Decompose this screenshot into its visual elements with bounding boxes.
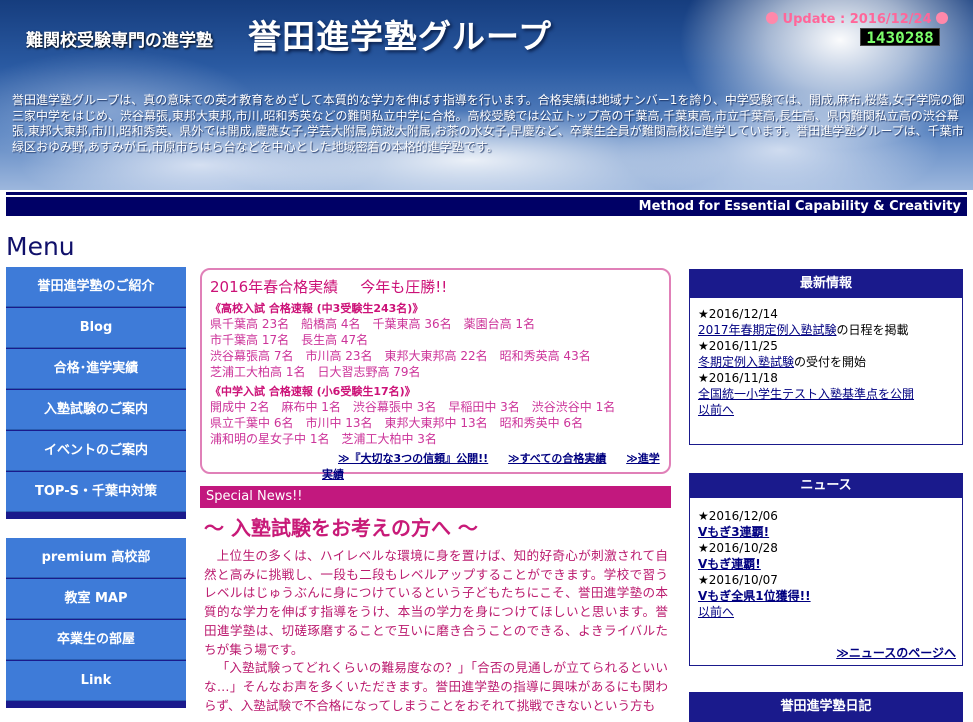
- update-text: Update : 2016/12/24: [782, 12, 932, 27]
- list-item: 開成中 2名 麻布中 1名 渋谷幕張中 3名 早稲田中 3名 渋谷渋谷中 1名: [210, 400, 616, 414]
- menu-heading: Menu: [6, 232, 75, 261]
- sidebar-item-results[interactable]: 合格･進学実績: [6, 349, 186, 389]
- item-link[interactable]: 冬期定例入塾試験: [698, 355, 794, 369]
- item-date: 2016/12/14: [708, 307, 778, 321]
- list-item: 浦和明の星女子中 1名 芝浦工大柏中 3名: [210, 432, 437, 446]
- latest-info-panel: 最新情報 ★2016/12/14 2017年春期定例入塾試験の日程を掲載 ★20…: [689, 269, 963, 445]
- item-date: 2016/10/07: [708, 573, 778, 587]
- results-title-tail: 今年も圧勝!!: [360, 278, 448, 296]
- list-item: ★2016/11/25: [698, 339, 778, 353]
- junior-high-subtitle: 《中学入試 合格速報 (小6受験生17名)》: [210, 385, 416, 398]
- slogan-banner: Method for Essential Capability & Creati…: [6, 197, 967, 216]
- special-news-title: ～ 入塾試験をお考えの方へ ～: [204, 516, 478, 540]
- list-item: ★2016/11/18: [698, 371, 778, 385]
- item-date: 2016/11/25: [708, 339, 778, 353]
- sidebar-item-premium[interactable]: premium 高校部: [6, 538, 186, 578]
- list-item: 芝浦工大柏高 1名 日大習志野高 79名: [210, 365, 421, 379]
- item-tail: の受付を開始: [794, 355, 867, 369]
- list-item: 2017年春期定例入塾試験の日程を掲載: [698, 322, 954, 338]
- sidebar-item-alumni[interactable]: 卒業生の部屋: [6, 620, 186, 660]
- list-item: 冬期定例入塾試験の受付を開始: [698, 354, 954, 370]
- item-link[interactable]: Vもぎ連覇!: [698, 557, 761, 571]
- item-date: 2016/12/06: [708, 509, 778, 523]
- special-news-bar: Special News!!: [200, 486, 671, 508]
- results-title: 2016年春合格実績 今年も圧勝!!: [210, 276, 661, 297]
- banner-divider: [6, 192, 967, 195]
- results-box: 2016年春合格実績 今年も圧勝!! 《高校入試 合格速報 (中3受験生243名)…: [200, 268, 671, 481]
- update-date: Update : 2016/12/24: [766, 12, 949, 27]
- news-more-link[interactable]: 以前へ: [698, 604, 954, 620]
- sidebar-item-blog[interactable]: Blog: [6, 308, 186, 348]
- list-item: 渋谷幕張高 7名 市川高 23名 東邦大東邦高 22名 昭和秀英高 43名: [210, 349, 591, 363]
- latest-more-link[interactable]: 以前へ: [698, 402, 954, 418]
- circle-icon: [936, 12, 949, 24]
- site-title[interactable]: 誉田進学塾グループ: [248, 10, 552, 58]
- item-date: 2016/11/18: [708, 371, 778, 385]
- sidebar-menu-main: 誉田進学塾のご紹介 Blog 合格･進学実績 入塾試験のご案内 イベントのご案内…: [6, 267, 186, 519]
- circle-icon: [766, 12, 778, 24]
- diary-heading: 誉田進学塾日記: [690, 693, 962, 721]
- item-link[interactable]: 全国統一小学生テスト入塾基準点を公開: [698, 387, 914, 401]
- header-banner: 難関校受験専門の進学塾 誉田進学塾グループ Update : 2016/12/2…: [0, 0, 973, 190]
- visitor-counter: 1430288: [860, 28, 940, 47]
- list-item: ★2016/12/06: [698, 509, 778, 523]
- sidebar-menu-sub: premium 高校部 教室 MAP 卒業生の部屋 Link: [6, 538, 186, 708]
- sidebar-item-map[interactable]: 教室 MAP: [6, 579, 186, 619]
- high-school-subtitle: 《高校入試 合格速報 (中3受験生243名)》: [210, 302, 424, 315]
- sidebar-item-about[interactable]: 誉田進学塾のご紹介: [6, 267, 186, 307]
- results-title-text: 2016年春合格実績: [210, 278, 339, 296]
- list-item: 市千葉高 17名 長生高 47名: [210, 333, 369, 347]
- news-panel: ニュース ★2016/12/06 Vもぎ3連覇! ★2016/10/28 Vもぎ…: [689, 473, 963, 666]
- paragraph: 上位生の多くは、ハイレベルな環境に身を置けば、知的好奇心が刺激されて自然と高みに…: [204, 548, 668, 657]
- list-item: ★2016/12/14: [698, 307, 778, 321]
- item-link[interactable]: Vもぎ全県1位獲得!!: [698, 589, 811, 603]
- item-date: 2016/10/28: [708, 541, 778, 555]
- paragraph: 「入塾試験ってどれくらいの難易度なの？」「合否の見通しが立てられるといいな…」そ…: [204, 660, 668, 713]
- item-link[interactable]: Vもぎ3連覇!: [698, 525, 769, 539]
- diary-panel: 誉田進学塾日記: [689, 692, 963, 722]
- list-item: 県千葉高 23名 船橋高 4名 千葉東高 36名 薬園台高 1名: [210, 317, 536, 331]
- trust-link[interactable]: ≫『大切な3つの信頼』公開!!: [338, 452, 488, 465]
- tagline: 難関校受験専門の進学塾: [26, 31, 213, 51]
- item-link[interactable]: 2017年春期定例入塾試験: [698, 323, 837, 337]
- list-item: ★2016/10/28: [698, 541, 778, 555]
- list-item: 県立千葉中 6名 市川中 13名 東邦大東邦中 13名 昭和秀英中 6名: [210, 416, 584, 430]
- news-page-link[interactable]: ≫ニュースのページへ: [836, 646, 956, 660]
- sidebar-item-tops[interactable]: TOP-S・千葉中対策: [6, 472, 186, 512]
- latest-info-heading: 最新情報: [690, 270, 962, 298]
- list-item: ★2016/10/07: [698, 573, 778, 587]
- sidebar-item-entrance-exam[interactable]: 入塾試験のご案内: [6, 390, 186, 430]
- intro-text: 誉田進学塾グループは、真の意味での英才教育をめざして本質的な学力を伸ばす指導を行…: [12, 93, 965, 154]
- results-links: ≫『大切な3つの信頼』公開!! ≫すべての合格実績 ≫進学実績: [322, 450, 669, 482]
- item-tail: の日程を掲載: [836, 323, 909, 337]
- sidebar-item-events[interactable]: イベントのご案内: [6, 431, 186, 471]
- sidebar-item-link[interactable]: Link: [6, 661, 186, 701]
- all-results-link[interactable]: ≫すべての合格実績: [508, 452, 606, 465]
- list-item: 全国統一小学生テスト入塾基準点を公開: [698, 386, 954, 402]
- news-heading: ニュース: [690, 474, 962, 498]
- special-news-body: 上位生の多くは、ハイレベルな環境に身を置けば、知的好奇心が刺激されて自然と高みに…: [204, 547, 668, 715]
